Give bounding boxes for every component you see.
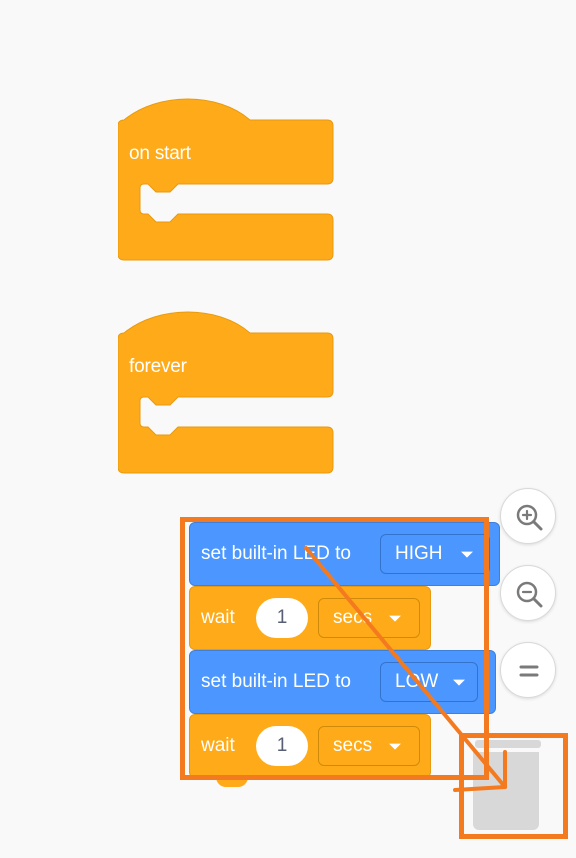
zoom-out-button[interactable] [500,565,556,621]
wait-seconds-input-1[interactable]: 1 [256,598,308,638]
time-unit-dropdown-2[interactable]: secs [318,726,420,766]
chevron-down-icon [389,615,401,622]
set-led-low-label: set built-in LED to [201,671,351,692]
trash-icon [473,752,539,830]
wait-label-1: wait [201,607,235,628]
led-state-dropdown-high[interactable]: HIGH [380,534,490,574]
chevron-down-icon [453,679,465,686]
zoom-reset-button[interactable] [500,642,556,698]
blocks-workspace[interactable]: on start forever set built-in LED to HIG… [0,0,576,858]
wait-seconds-input-2[interactable]: 1 [256,726,308,766]
set-led-low-block[interactable]: set built-in LED to LOW [189,650,496,714]
wait-block-1[interactable]: wait 1 secs [189,586,431,650]
led-state-value-high: HIGH [395,543,443,564]
forever-block[interactable]: forever [118,311,338,476]
on-start-label: on start [129,143,191,164]
set-led-high-label: set built-in LED to [201,543,351,564]
zoom-out-icon [516,581,543,608]
forever-label: forever [129,356,187,377]
chevron-down-icon [461,551,473,558]
led-state-value-low: LOW [395,671,439,692]
wait-label-2: wait [201,735,235,756]
on-start-block[interactable]: on start [118,98,338,263]
equals-icon [519,665,539,677]
zoom-in-icon [516,504,543,531]
trash-can[interactable] [471,740,543,832]
time-unit-value-1: secs [333,607,373,628]
zoom-in-button[interactable] [500,488,556,544]
stack-bottom-connector [216,775,248,787]
wait-block-2[interactable]: wait 1 secs [189,714,431,778]
set-led-high-block[interactable]: set built-in LED to HIGH [189,522,500,586]
time-unit-value-2: secs [333,735,373,756]
chevron-down-icon [389,743,401,750]
trash-lid [475,740,541,748]
led-state-dropdown-low[interactable]: LOW [380,662,478,702]
time-unit-dropdown-1[interactable]: secs [318,598,420,638]
